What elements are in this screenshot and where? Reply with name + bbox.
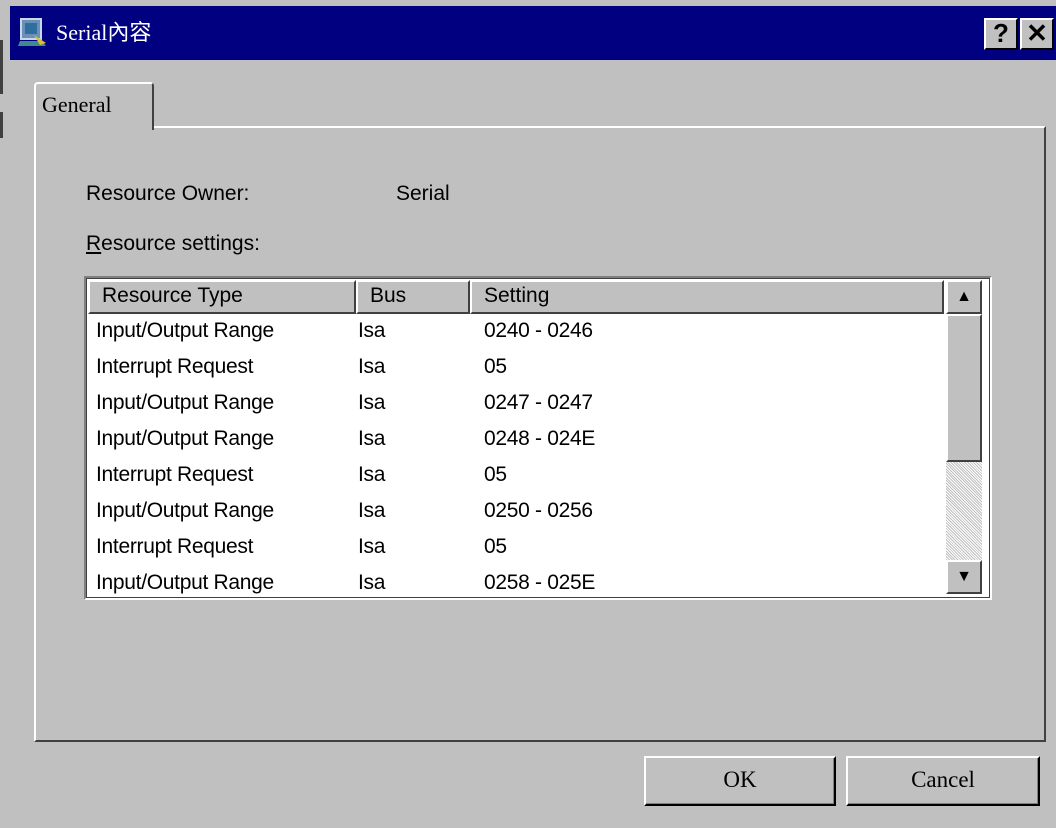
- close-button[interactable]: ✕: [1020, 18, 1054, 50]
- cancel-button[interactable]: Cancel: [846, 756, 1040, 806]
- title-bar[interactable]: Serial內容 ? ✕: [10, 6, 1056, 60]
- setting-cell: 0248 - 024E: [484, 427, 596, 450]
- bus-cell: Isa: [358, 535, 386, 558]
- column-header-setting[interactable]: Setting: [470, 280, 944, 314]
- resource-owner-value: Serial: [396, 182, 450, 205]
- list-rows: Input/Output Range Isa 0240 - 0246 Inter…: [88, 314, 944, 598]
- resource-type-cell: Input/Output Range: [96, 391, 274, 414]
- vertical-scrollbar[interactable]: ▲ ▼: [946, 280, 982, 594]
- resource-type-cell: Interrupt Request: [96, 355, 254, 378]
- bus-cell: Isa: [358, 427, 386, 450]
- resource-type-cell: Interrupt Request: [96, 463, 254, 486]
- tab-general[interactable]: General: [34, 82, 154, 130]
- table-row[interactable]: Input/Output Range Isa 0247 - 0247: [88, 386, 944, 422]
- arrow-up-icon: ▲: [956, 288, 972, 305]
- help-button[interactable]: ?: [984, 18, 1018, 50]
- column-header-resource-type[interactable]: Resource Type: [88, 280, 356, 314]
- bus-cell: Isa: [358, 571, 386, 594]
- resource-type-cell: Input/Output Range: [96, 499, 274, 522]
- bus-cell: Isa: [358, 499, 386, 522]
- window-edge-mark: [0, 112, 3, 138]
- resource-type-cell: Input/Output Range: [96, 319, 274, 342]
- resource-type-cell: Input/Output Range: [96, 427, 274, 450]
- resource-type-cell: Interrupt Request: [96, 535, 254, 558]
- scroll-thumb[interactable]: [946, 314, 982, 462]
- bus-cell: Isa: [358, 463, 386, 486]
- column-header-bus[interactable]: Bus: [356, 280, 470, 314]
- setting-cell: 05: [484, 355, 507, 378]
- table-row[interactable]: Interrupt Request Isa 05: [88, 530, 944, 566]
- resource-settings-label: Resource settings:: [86, 232, 260, 256]
- setting-cell: 05: [484, 463, 507, 486]
- setting-cell: 0250 - 0256: [484, 499, 593, 522]
- table-row[interactable]: Input/Output Range Isa 0240 - 0246: [88, 314, 944, 350]
- resource-settings-list[interactable]: Resource Type Bus Setting Input/Output R…: [84, 276, 992, 600]
- setting-cell: 0240 - 0246: [484, 319, 593, 342]
- table-row[interactable]: Input/Output Range Isa 0258 - 025E: [88, 566, 944, 598]
- window-title: Serial內容: [56, 20, 152, 45]
- list-header: Resource Type Bus Setting: [88, 280, 944, 314]
- setting-cell: 0258 - 025E: [484, 571, 596, 594]
- scroll-up-button[interactable]: ▲: [946, 280, 982, 314]
- table-row[interactable]: Input/Output Range Isa 0248 - 024E: [88, 422, 944, 458]
- bus-cell: Isa: [358, 391, 386, 414]
- table-row[interactable]: Interrupt Request Isa 05: [88, 350, 944, 386]
- bus-cell: Isa: [358, 319, 386, 342]
- setting-cell: 05: [484, 535, 507, 558]
- resource-settings-label-rest: esource settings:: [101, 232, 260, 255]
- table-row[interactable]: Interrupt Request Isa 05: [88, 458, 944, 494]
- mnemonic-letter: R: [86, 232, 102, 255]
- resource-owner-label: Resource Owner:: [86, 182, 250, 205]
- arrow-down-icon: ▼: [956, 568, 972, 585]
- window-edge-mark: [0, 40, 3, 94]
- bus-cell: Isa: [358, 355, 386, 378]
- ok-button[interactable]: OK: [644, 756, 836, 806]
- scroll-down-button[interactable]: ▼: [946, 560, 982, 594]
- table-row[interactable]: Input/Output Range Isa 0250 - 0256: [88, 494, 944, 530]
- computer-icon: [18, 18, 46, 46]
- tab-general-label: General: [42, 92, 112, 117]
- setting-cell: 0247 - 0247: [484, 391, 593, 414]
- resource-type-cell: Input/Output Range: [96, 571, 274, 594]
